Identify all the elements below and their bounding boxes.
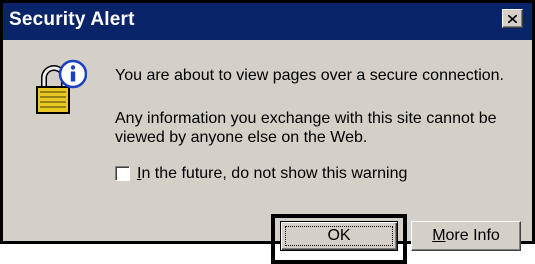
- window-title: Security Alert: [9, 9, 135, 30]
- close-icon: [508, 14, 517, 23]
- do-not-show-checkbox[interactable]: [115, 166, 130, 181]
- close-button[interactable]: [502, 9, 523, 28]
- privacy-message: Any information you exchange with this s…: [115, 110, 497, 146]
- title-bar[interactable]: Security Alert: [3, 3, 532, 40]
- secure-connection-message: You are about to view pages over a secur…: [115, 67, 504, 84]
- more-info-button[interactable]: More Info: [411, 221, 521, 251]
- focus-rect: [285, 226, 393, 246]
- more-info-label-rest: ore Info: [445, 227, 500, 244]
- do-not-show-label[interactable]: In the future, do not show this warning: [137, 164, 407, 183]
- label-rest: n the future, do not show this warning: [141, 165, 408, 182]
- security-alert-dialog: Security Alert You are about to view pag…: [0, 0, 535, 264]
- lock-info-icon: [36, 59, 87, 114]
- accelerator-m: M: [432, 227, 446, 244]
- ok-button[interactable]: OK: [280, 221, 398, 251]
